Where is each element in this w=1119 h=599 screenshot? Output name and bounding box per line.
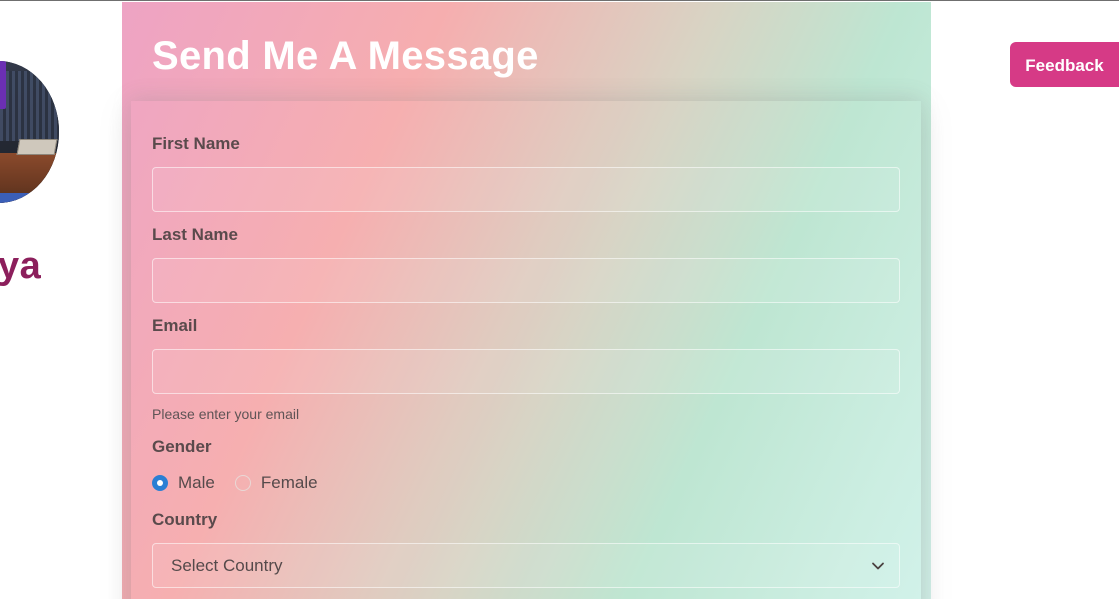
contact-form: First Name Last Name Email Please enter … xyxy=(131,101,921,599)
email-input[interactable] xyxy=(152,349,900,394)
avatar-purple-object xyxy=(0,61,6,109)
gender-option-male[interactable]: Male xyxy=(152,473,215,493)
email-hint: Please enter your email xyxy=(152,406,300,422)
form-title: Send Me A Message xyxy=(152,34,539,78)
profile-name-fragment: ya xyxy=(0,245,42,287)
radio-female-label: Female xyxy=(260,473,318,492)
country-select[interactable]: Select Country xyxy=(152,543,900,588)
gender-option-female[interactable]: Female xyxy=(234,473,318,493)
email-label: Email xyxy=(152,316,198,335)
avatar-book xyxy=(16,139,58,155)
country-label: Country xyxy=(152,510,218,529)
feedback-button[interactable]: Feedback xyxy=(1010,42,1119,87)
radio-male-label: Male xyxy=(178,473,215,492)
contact-panel: Send Me A Message First Name Last Name E… xyxy=(122,2,931,599)
avatar-bookshelf xyxy=(0,71,59,141)
first-name-label: First Name xyxy=(152,134,240,153)
gender-radio-group: Male Female xyxy=(152,470,338,496)
radio-female[interactable] xyxy=(234,475,251,491)
avatar-border xyxy=(0,193,59,203)
last-name-input[interactable] xyxy=(152,258,900,303)
last-name-label: Last Name xyxy=(152,225,238,244)
gender-label: Gender xyxy=(152,437,212,456)
avatar xyxy=(0,61,59,203)
page: ya Feedback Send Me A Message First Name… xyxy=(0,0,1119,599)
first-name-input[interactable] xyxy=(152,167,900,212)
radio-male[interactable] xyxy=(152,475,168,491)
country-select-value: Select Country xyxy=(171,555,283,575)
chevron-down-icon xyxy=(871,559,885,573)
